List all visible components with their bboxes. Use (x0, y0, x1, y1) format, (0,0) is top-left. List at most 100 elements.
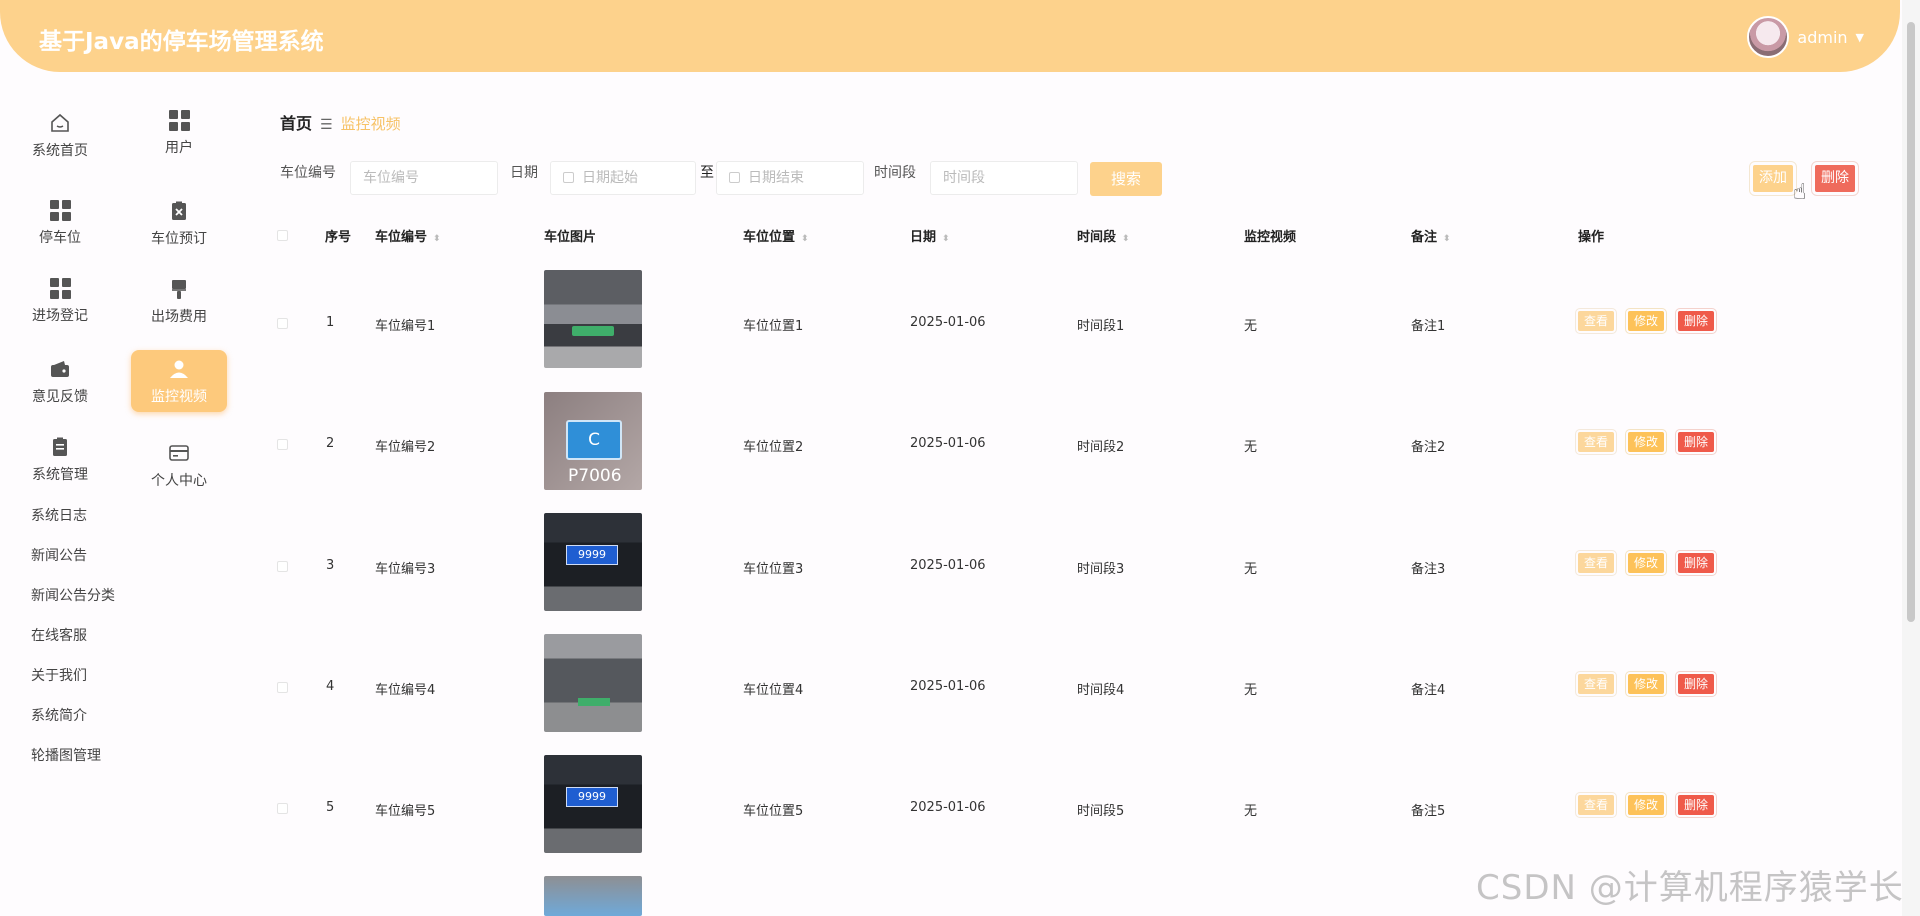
cell-note: 备注5 (1411, 804, 1446, 819)
sort-icon[interactable]: ⬍ (433, 234, 441, 244)
view-button[interactable]: 查看 (1574, 429, 1618, 455)
sort-icon[interactable]: ⬍ (942, 234, 950, 244)
slot-number-input[interactable]: 车位编号 (350, 161, 498, 195)
submenu-item[interactable]: 关于我们 (31, 665, 87, 685)
wallet-icon (51, 361, 69, 377)
calendar-icon (563, 172, 574, 183)
nav-item-users[interactable]: 用户 (131, 110, 227, 157)
user-icon (170, 360, 188, 378)
nav-item-entry-register[interactable]: 进场登记 (12, 278, 108, 325)
page-scrollbar[interactable] (1902, 0, 1920, 916)
edit-button[interactable]: 修改 (1625, 429, 1668, 455)
sort-icon[interactable]: ⬍ (1443, 234, 1451, 244)
breadcrumb-separator-icon: ☰ (320, 117, 333, 133)
period-placeholder: 时间段 (943, 170, 985, 186)
delete-button[interactable]: 删除 (1675, 429, 1718, 455)
edit-button[interactable]: 修改 (1625, 792, 1668, 818)
batch-delete-button[interactable]: 删除 (1811, 161, 1859, 196)
cell-slot: 车位编号2 (375, 440, 436, 455)
edit-button[interactable]: 修改 (1625, 671, 1668, 697)
select-all-checkbox[interactable] (277, 230, 288, 241)
slot-image[interactable] (544, 634, 642, 732)
add-button[interactable]: 添加 (1749, 161, 1797, 196)
slot-image[interactable] (544, 270, 642, 368)
nav-item-exit-fee[interactable]: 出场费用 (131, 278, 227, 326)
grid-icon (49, 278, 71, 299)
edit-button[interactable]: 修改 (1625, 308, 1668, 334)
nav-item-system-home[interactable]: 系统首页 (12, 112, 108, 160)
cell-no: 4 (326, 679, 335, 694)
nav-item-monitor-video[interactable]: 监控视频 (131, 350, 227, 412)
nav-label: 监控视频 (151, 389, 207, 405)
watermark: CSDN @计算机程序猿学长 (1476, 868, 1904, 908)
cell-date: 2025-01-06 (910, 315, 986, 330)
chevron-down-icon[interactable]: ▼ (1856, 31, 1864, 44)
view-button[interactable]: 查看 (1574, 671, 1618, 697)
row-checkbox[interactable] (277, 439, 288, 450)
slot-image[interactable] (544, 876, 642, 916)
slot-image[interactable]: 9999 (544, 513, 642, 611)
breadcrumb: 首页 ☰ 监控视频 (280, 110, 401, 134)
col-header-slot[interactable]: 车位编号 ⬍ (375, 226, 441, 245)
col-header-note[interactable]: 备注 ⬍ (1411, 226, 1451, 245)
nav-item-parking-slot[interactable]: 停车位 (12, 200, 108, 247)
submenu-item[interactable]: 系统简介 (31, 705, 87, 725)
username[interactable]: admin (1797, 28, 1847, 47)
cell-slot: 车位编号3 (375, 562, 436, 577)
slot-image[interactable]: C P7006 (544, 392, 642, 490)
row-checkbox[interactable] (277, 561, 288, 572)
col-header-date[interactable]: 日期 ⬍ (910, 226, 950, 245)
delete-button[interactable]: 删除 (1675, 671, 1718, 697)
sort-icon[interactable]: ⬍ (1122, 234, 1130, 244)
nav-label: 意见反馈 (32, 389, 88, 405)
cell-date: 2025-01-06 (910, 436, 986, 451)
user-menu[interactable]: admin ▼ (1747, 16, 1864, 58)
submenu-item[interactable]: 轮播图管理 (31, 745, 101, 765)
delete-button[interactable]: 删除 (1675, 792, 1718, 818)
cell-period: 时间段4 (1077, 683, 1125, 698)
view-button[interactable]: 查看 (1574, 550, 1618, 576)
submenu-item[interactable]: 新闻公告分类 (31, 585, 115, 605)
nav-label: 出场费用 (151, 309, 207, 325)
view-button[interactable]: 查看 (1574, 308, 1618, 334)
period-input[interactable]: 时间段 (930, 161, 1078, 195)
submenu-item[interactable]: 在线客服 (31, 625, 87, 645)
row-checkbox[interactable] (277, 682, 288, 693)
cell-location: 车位位置1 (743, 319, 804, 334)
slot-number-placeholder: 车位编号 (363, 170, 419, 186)
edit-button[interactable]: 修改 (1625, 550, 1668, 576)
sort-icon[interactable]: ⬍ (801, 234, 809, 244)
nav-item-system-management[interactable]: 系统管理 (12, 436, 108, 484)
nav-label: 用户 (165, 140, 193, 156)
clipboard-icon (53, 437, 67, 456)
cell-video: 无 (1244, 683, 1258, 698)
cell-no: 3 (326, 558, 335, 573)
cell-no: 2 (326, 436, 335, 451)
delete-button[interactable]: 删除 (1675, 308, 1718, 334)
date-end-input[interactable]: 日期结束 (716, 161, 864, 195)
nav-item-feedback[interactable]: 意见反馈 (12, 358, 108, 406)
cell-note: 备注2 (1411, 440, 1446, 455)
date-start-placeholder: 日期起始 (582, 170, 638, 186)
delete-button[interactable]: 删除 (1675, 550, 1718, 576)
scrollbar-thumb[interactable] (1907, 22, 1915, 622)
slot-image[interactable]: 9999 (544, 755, 642, 853)
breadcrumb-home[interactable]: 首页 (280, 114, 312, 133)
nav-label: 个人中心 (151, 473, 207, 489)
nav-item-personal-center[interactable]: 个人中心 (131, 442, 227, 490)
row-checkbox[interactable] (277, 318, 288, 329)
col-header-period[interactable]: 时间段 ⬍ (1077, 226, 1130, 245)
grid-icon (49, 200, 71, 221)
col-header-location[interactable]: 车位位置 ⬍ (743, 226, 809, 245)
search-button[interactable]: 搜索 (1090, 162, 1162, 196)
row-checkbox[interactable] (277, 803, 288, 814)
avatar[interactable] (1747, 16, 1790, 58)
cell-date: 2025-01-06 (910, 800, 986, 815)
date-start-input[interactable]: 日期起始 (550, 161, 696, 195)
submenu-item[interactable]: 新闻公告 (31, 545, 87, 565)
app-title: 基于Java的停车场管理系统 (39, 29, 324, 55)
submenu-item[interactable]: 系统日志 (31, 505, 87, 525)
view-button[interactable]: 查看 (1574, 792, 1618, 818)
nav-item-slot-booking[interactable]: 车位预订 (131, 200, 227, 248)
cell-location: 车位位置2 (743, 440, 804, 455)
